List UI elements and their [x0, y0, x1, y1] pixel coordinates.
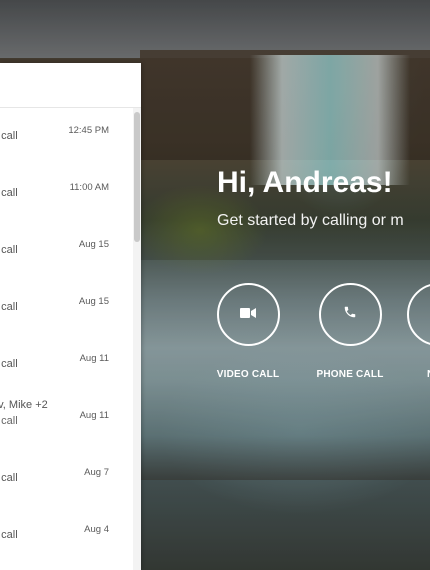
call-time: Aug 7 — [84, 467, 109, 478]
phone-icon — [343, 305, 357, 324]
video-call-circle[interactable] — [216, 283, 280, 346]
call-list-item[interactable]: o call 12:45 PM — [0, 108, 133, 165]
call-title: o call — [0, 187, 18, 199]
scrollbar-thumb[interactable] — [134, 112, 140, 242]
call-time: Aug 4 — [84, 524, 109, 535]
call-time: Aug 11 — [79, 410, 109, 421]
panel-header — [0, 63, 141, 108]
call-title: o call — [0, 244, 18, 256]
third-action-button[interactable]: N — [407, 283, 430, 380]
call-time: 11:00 AM — [69, 182, 109, 193]
call-list-item[interactable]: o call Aug 11 — [0, 336, 133, 393]
greeting-heading: Hi, Andreas! — [217, 166, 393, 199]
call-list-item[interactable]: o call Aug 4 — [0, 507, 133, 564]
call-title: o call — [0, 472, 18, 484]
video-call-button[interactable]: VIDEO CALL — [203, 283, 293, 380]
call-list-item[interactable]: o call Aug 15 — [0, 222, 133, 279]
call-title: o call — [0, 415, 18, 427]
call-list-scrollbar[interactable] — [133, 108, 141, 570]
call-title: o call — [0, 358, 18, 370]
call-title: o call — [0, 529, 18, 541]
greeting-subtitle: Get started by calling or m — [217, 212, 404, 229]
call-list-item[interactable]: o call Aug 15 — [0, 279, 133, 336]
video-camera-icon — [240, 306, 256, 324]
phone-call-button[interactable]: PHONE CALL — [305, 283, 395, 380]
third-action-circle[interactable] — [407, 283, 430, 346]
call-title: o call — [0, 301, 18, 313]
call-title: o call — [0, 130, 18, 142]
recent-calls-panel: o call 12:45 PM o call 11:00 AM o call A… — [0, 63, 141, 570]
call-time: Aug 15 — [78, 239, 109, 250]
phone-call-label: PHONE CALL — [316, 369, 384, 380]
video-call-label: VIDEO CALL — [216, 369, 280, 380]
call-time: Aug 15 — [78, 296, 109, 307]
call-list-item[interactable]: o call Aug 7 — [0, 450, 133, 507]
call-list-item[interactable]: av, Mike +2 o call Aug 11 — [0, 393, 133, 450]
recent-calls-list: o call 12:45 PM o call 11:00 AM o call A… — [0, 108, 133, 564]
call-time: 12:45 PM — [68, 125, 109, 136]
call-time: Aug 11 — [79, 353, 109, 364]
third-action-label: N — [407, 369, 430, 380]
phone-call-circle[interactable] — [318, 283, 382, 346]
call-list-item[interactable]: o call 11:00 AM — [0, 165, 133, 222]
call-participants: av, Mike +2 — [0, 399, 48, 411]
